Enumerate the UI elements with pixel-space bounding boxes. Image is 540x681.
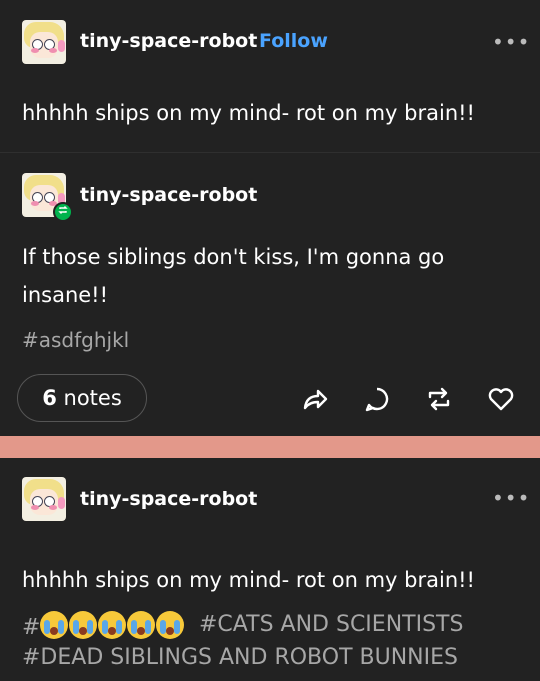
share-icon[interactable] — [300, 384, 330, 414]
post-text: hhhhh ships on my mind- rot on my brain!… — [22, 101, 475, 125]
reblog-text: If those siblings don't kiss, I'm gonna … — [22, 245, 445, 307]
reblog-username[interactable]: tiny-space-robot — [80, 184, 257, 206]
tag-hash: # — [22, 615, 41, 640]
divider — [0, 152, 540, 153]
more-icon[interactable]: ••• — [492, 486, 530, 510]
notes-button[interactable]: 6 notes — [17, 374, 147, 422]
notes-label: notes — [63, 386, 122, 410]
emoji-tag[interactable]: # — [22, 611, 185, 640]
more-icon[interactable]: ••• — [492, 30, 530, 54]
reply-icon[interactable] — [362, 384, 392, 414]
crying-emoji-icon — [156, 611, 185, 639]
post-tag[interactable]: #asdfghjkl — [22, 328, 129, 352]
post-text: hhhhh ships on my mind- rot on my brain!… — [22, 568, 475, 592]
like-icon[interactable] — [486, 384, 516, 414]
post-username[interactable]: tiny-space-robot — [80, 30, 257, 52]
post-tag[interactable]: #CATS AND SCIENTISTS — [199, 612, 463, 637]
crying-emoji-icon — [127, 611, 156, 639]
post-separator — [0, 436, 540, 458]
notes-count: 6 — [42, 386, 57, 410]
reblog-icon[interactable] — [424, 384, 454, 414]
crying-emoji-icon — [98, 611, 127, 639]
avatar[interactable] — [22, 20, 66, 64]
reblog-badge-icon — [53, 202, 73, 222]
post-username[interactable]: tiny-space-robot — [80, 488, 257, 510]
crying-emoji-icon — [69, 611, 98, 639]
follow-button[interactable]: Follow — [259, 30, 328, 52]
post-tag[interactable]: #DEAD SIBLINGS AND ROBOT BUNNIES — [22, 645, 458, 670]
crying-emoji-icon — [40, 611, 69, 639]
avatar[interactable] — [22, 477, 66, 521]
